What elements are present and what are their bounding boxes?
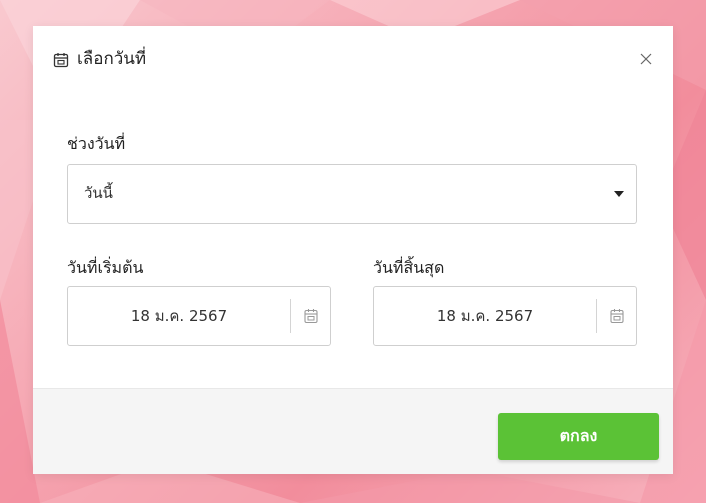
- start-date-field: 18 ม.ค. 2567: [67, 286, 331, 346]
- end-date-label: วันที่สิ้นสุด: [373, 258, 445, 277]
- close-icon: [640, 53, 652, 65]
- close-button[interactable]: [635, 48, 657, 70]
- range-label: ช่วงวันที่: [67, 134, 126, 153]
- end-date-field: 18 ม.ค. 2567: [373, 286, 637, 346]
- date-picker-dialog: เลือกวันที่ ช่วงวันที่ วันนี้ วันที่เริ่…: [33, 26, 673, 474]
- calendar-icon[interactable]: [304, 308, 318, 324]
- range-selected-value: วันนี้: [84, 184, 113, 202]
- date-range-select[interactable]: วันนี้: [67, 164, 637, 224]
- end-date-input[interactable]: 18 ม.ค. 2567: [374, 287, 596, 345]
- dialog-title: เลือกวันที่: [77, 49, 147, 69]
- calendar-icon[interactable]: [610, 308, 624, 324]
- field-divider: [290, 299, 291, 333]
- ok-button[interactable]: ตกลง: [498, 413, 659, 460]
- dialog-footer: ตกลง: [33, 388, 673, 474]
- calendar-icon: [53, 53, 69, 68]
- field-divider: [596, 299, 597, 333]
- start-date-input[interactable]: 18 ม.ค. 2567: [68, 287, 290, 345]
- caret-down-icon: [614, 191, 624, 197]
- start-date-label: วันที่เริ่มต้น: [67, 258, 144, 277]
- dialog-header: เลือกวันที่: [33, 26, 673, 94]
